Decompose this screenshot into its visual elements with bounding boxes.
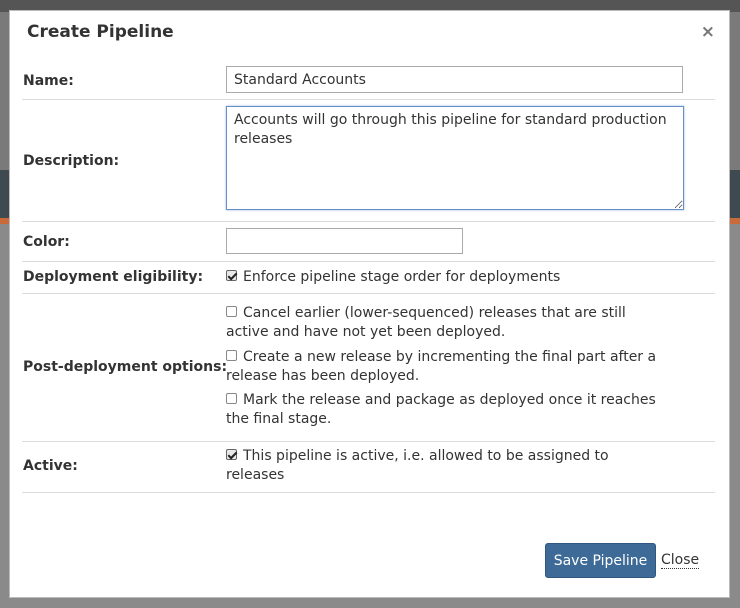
name-row: Name: [22,61,715,100]
close-icon[interactable]: × [701,23,715,41]
active-option[interactable]: This pipeline is active, i.e. allowed to… [226,447,646,485]
active-row: Active: This pipeline is active, i.e. al… [22,442,715,493]
mark-deployed-option[interactable]: Mark the release and package as deployed… [226,391,666,429]
create-new-release-checkbox[interactable] [226,350,237,361]
cancel-earlier-option[interactable]: Cancel earlier (lower-sequenced) release… [226,304,666,342]
mark-deployed-checkbox[interactable] [226,393,237,404]
color-label: Color: [23,234,70,250]
dialog-title: Create Pipeline [27,22,174,42]
color-input[interactable] [226,228,463,254]
cancel-earlier-checkbox[interactable] [226,306,237,317]
enforce-stage-order-text: Enforce pipeline stage order for deploym… [243,269,561,285]
create-new-release-text: Create a new release by incrementing the… [226,349,657,384]
deployment-eligibility-label: Deployment eligibility: [23,269,204,285]
post-deployment-label: Post-deployment options: [23,359,228,375]
close-link[interactable]: Close [661,552,700,569]
save-pipeline-button[interactable]: Save Pipeline [545,543,656,578]
cancel-earlier-text: Cancel earlier (lower-sequenced) release… [226,305,626,340]
name-input[interactable] [226,66,683,93]
color-row: Color: [22,222,715,262]
description-row: Description: Accounts will go through th… [22,100,715,222]
description-label: Description: [23,153,120,169]
enforce-stage-order-checkbox[interactable] [226,270,237,281]
create-new-release-option[interactable]: Create a new release by incrementing the… [226,348,666,386]
mark-deployed-text: Mark the release and package as deployed… [226,392,656,427]
create-pipeline-dialog: Create Pipeline × Name: Description: Acc… [9,10,730,598]
deployment-eligibility-option[interactable]: Enforce pipeline stage order for deploym… [226,268,686,287]
active-checkbox[interactable] [226,449,237,460]
name-label: Name: [23,73,74,89]
active-text: This pipeline is active, i.e. allowed to… [226,448,609,483]
active-label: Active: [23,458,78,474]
post-deployment-row: Post-deployment options: Cancel earlier … [22,294,715,442]
deployment-eligibility-row: Deployment eligibility: Enforce pipeline… [22,262,715,294]
description-textarea[interactable]: Accounts will go through this pipeline f… [226,106,684,210]
